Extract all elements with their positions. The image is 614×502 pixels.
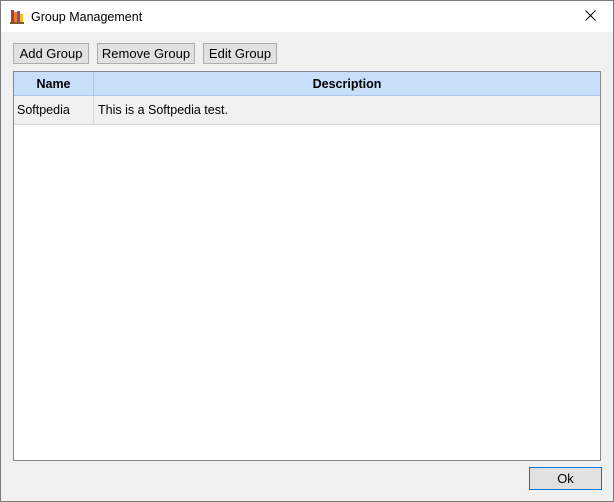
group-management-window: Group Management Add Group Remove Group …: [0, 0, 614, 502]
remove-group-button[interactable]: Remove Group: [97, 43, 195, 64]
title-bar[interactable]: Group Management: [1, 1, 613, 32]
column-header-description[interactable]: Description: [94, 72, 600, 95]
app-books-icon: [10, 9, 24, 24]
groups-table[interactable]: Name Description Softpedia This is a Sof…: [13, 71, 601, 461]
column-header-name[interactable]: Name: [14, 72, 94, 95]
cell-name[interactable]: Softpedia: [14, 96, 94, 124]
cell-description[interactable]: This is a Softpedia test.: [94, 96, 600, 124]
close-button[interactable]: [567, 1, 613, 32]
table-row[interactable]: Softpedia This is a Softpedia test.: [14, 96, 600, 125]
add-group-button[interactable]: Add Group: [13, 43, 89, 64]
close-icon: [584, 9, 596, 24]
table-header: Name Description: [14, 72, 600, 96]
ok-button[interactable]: Ok: [529, 467, 602, 490]
window-title: Group Management: [31, 10, 143, 24]
edit-group-button[interactable]: Edit Group: [203, 43, 277, 64]
